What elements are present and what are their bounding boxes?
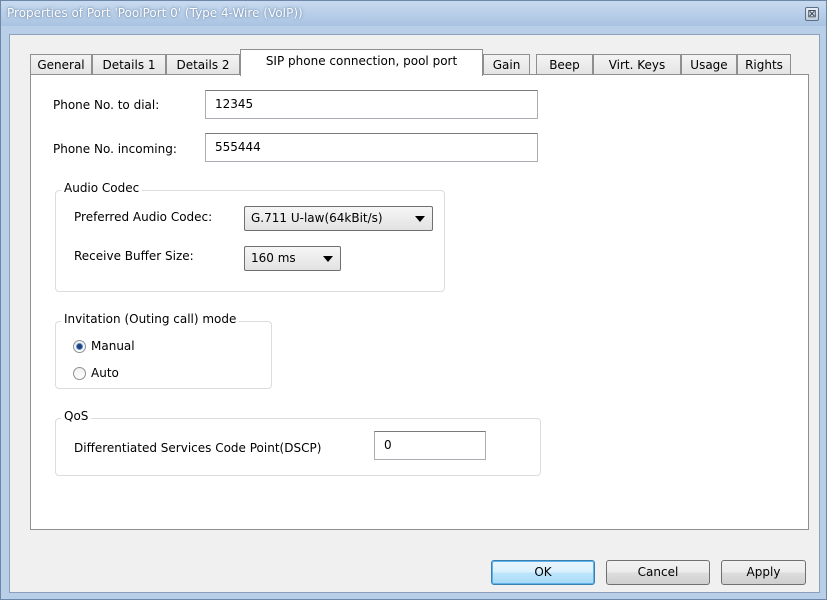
audio-codec-group-title: Audio Codec [61,181,143,195]
radio-auto-label: Auto [91,366,119,380]
radio-checked-icon[interactable] [73,340,86,353]
invitation-mode-group-title: Invitation (Outing call) mode [61,312,240,326]
qos-group-title: QoS [61,409,92,423]
radio-unchecked-icon[interactable] [73,367,86,380]
ok-button[interactable]: OK [491,560,595,585]
phone-incoming-label: Phone No. incoming: [53,142,177,156]
tab-general[interactable]: General [30,54,92,75]
close-icon[interactable]: ⊠ [805,7,819,21]
tab-virt-keys[interactable]: Virt. Keys [593,54,681,75]
buffer-size-value: 160 ms [251,251,296,265]
dialog-client-area: General Details 1 Details 2 SIP phone co… [9,34,820,593]
tab-beep[interactable]: Beep [536,54,593,75]
tab-sip-phone-connection[interactable]: SIP phone connection, pool port [240,49,483,76]
phone-incoming-input[interactable]: 555444 [205,133,538,162]
tab-gain[interactable]: Gain [483,54,530,75]
chevron-down-icon [323,256,333,262]
audio-codec-group: Audio Codec Preferred Audio Codec: G.711… [55,181,445,292]
phone-dial-input[interactable]: 12345 [205,90,538,119]
title-bar[interactable]: Properties of Port 'PoolPort 0' (Type 4-… [1,1,826,26]
window-title: Properties of Port 'PoolPort 0' (Type 4-… [7,6,303,20]
preferred-codec-value: G.711 U-law(64kBit/s) [251,211,383,225]
tab-details-2[interactable]: Details 2 [166,54,240,75]
buffer-size-select[interactable]: 160 ms [244,246,341,271]
qos-group: QoS Differentiated Services Code Point(D… [55,409,541,476]
preferred-codec-label: Preferred Audio Codec: [74,210,213,224]
preferred-codec-select[interactable]: G.711 U-law(64kBit/s) [244,206,433,231]
phone-dial-label: Phone No. to dial: [53,98,160,112]
cancel-button[interactable]: Cancel [606,560,710,585]
tab-usage[interactable]: Usage [681,54,737,75]
dscp-label: Differentiated Services Code Point(DSCP) [74,441,322,455]
buffer-size-label: Receive Buffer Size: [74,249,194,263]
tab-rights[interactable]: Rights [737,54,791,75]
tab-panel: Phone No. to dial: 12345 Phone No. incom… [30,74,809,530]
properties-dialog: Properties of Port 'PoolPort 0' (Type 4-… [0,0,827,600]
tab-details-1[interactable]: Details 1 [92,54,166,75]
dscp-input[interactable]: 0 [374,431,486,460]
invitation-mode-group: Invitation (Outing call) mode Manual Aut… [55,312,272,389]
apply-button[interactable]: Apply [721,560,806,585]
radio-manual-label: Manual [91,339,135,353]
chevron-down-icon [415,216,425,222]
